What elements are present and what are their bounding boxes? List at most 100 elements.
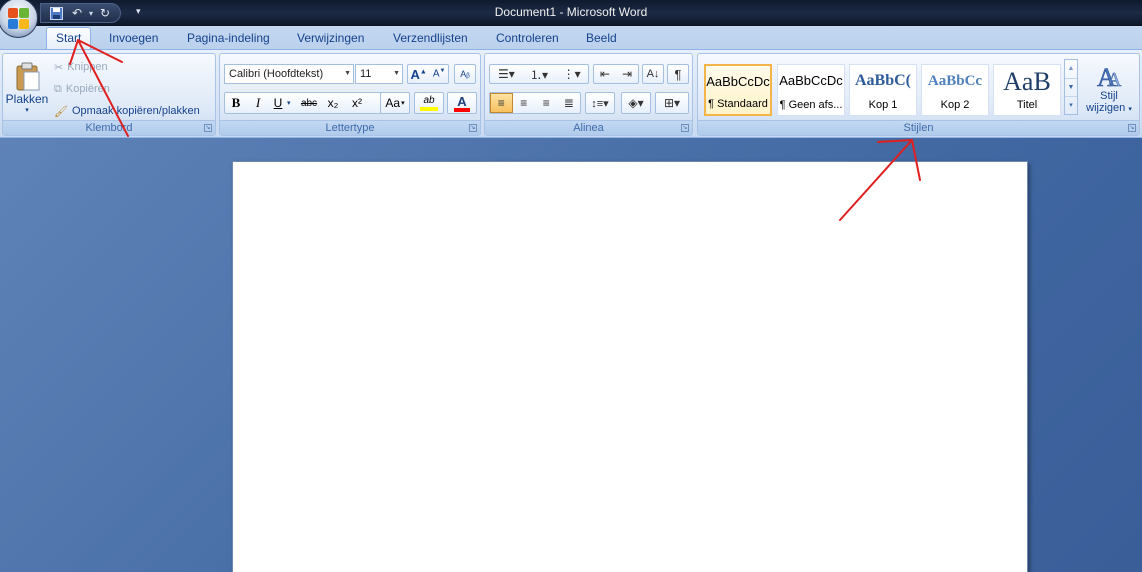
ribbon: Plakken ▾ ✂ Knippen ⧉ Kopiëren 🖌 Opmaak …	[0, 49, 1142, 138]
borders-icon: ⊞▾	[663, 96, 681, 110]
title-bar: Document1 - Microsoft Word	[0, 0, 1142, 26]
format-painter-button[interactable]: 🖌 Opmaak kopiëren/plakken	[53, 101, 201, 121]
list-buttons: ☰▾ ⒈▾ ⋮▾	[489, 64, 589, 84]
tab-verwijzingen[interactable]: Verwijzingen	[293, 31, 368, 50]
highlight-color-swatch	[420, 107, 438, 111]
highlight-button[interactable]: ab	[414, 92, 444, 114]
font-size-combo[interactable]: 11 ▼	[355, 64, 403, 84]
style-name: ¶ Standaard	[708, 98, 768, 110]
clipboard-dialog-launcher-icon[interactable]: ↘	[204, 124, 212, 132]
highlight-icon: ab	[423, 95, 435, 106]
sort-button[interactable]: A↓	[642, 64, 664, 84]
style-geen-afstand[interactable]: AaBbCcDc ¶ Geen afs...	[777, 64, 845, 116]
clear-formatting-button[interactable]: Aᵦ	[454, 64, 476, 84]
styles-dialog-launcher-icon[interactable]: ↘	[1128, 124, 1136, 132]
clear-formatting-icon: Aᵦ	[460, 69, 470, 79]
tab-controleren[interactable]: Controleren	[492, 31, 563, 50]
change-styles-button[interactable]: A A Stijl wijzigen ▾	[1082, 58, 1136, 120]
style-sample: AaBbCc	[927, 73, 983, 89]
clipboard-group-label: Klembord	[3, 120, 215, 135]
align-center-icon[interactable]: ≡	[513, 96, 535, 110]
justify-icon[interactable]: ≣	[558, 96, 580, 110]
paragraph-group: ☰▾ ⒈▾ ⋮▾ ⇤ ⇥ A↓ ¶ ≡ ≡ ≡ ≣ ↕≡▾ ◈▾ ⊞▾ Alin…	[484, 53, 693, 136]
cut-label: Knippen	[67, 61, 108, 73]
undo-icon[interactable]: ↶	[68, 5, 86, 21]
shrink-font-button[interactable]: A▼	[433, 68, 446, 79]
style-standaard[interactable]: AaBbCcDc ¶ Standaard	[704, 64, 772, 116]
numbering-icon[interactable]: ⒈▾	[523, 66, 556, 83]
font-group: Calibri (Hoofdtekst) ▼ 11 ▼ A▲ A▼ Aᵦ B I…	[219, 53, 481, 136]
copy-icon: ⧉	[54, 82, 62, 95]
tab-invoegen[interactable]: Invoegen	[105, 31, 162, 50]
window-title: Document1 - Microsoft Word	[494, 5, 648, 19]
copy-label: Kopiëren	[65, 83, 110, 95]
styles-group-label: Stijlen	[698, 120, 1139, 135]
paste-button[interactable]: Plakken ▾	[6, 57, 48, 119]
superscript-button[interactable]: x²	[345, 96, 369, 110]
grow-font-button[interactable]: A▲	[411, 67, 427, 82]
style-sample: AaB	[1003, 67, 1051, 96]
clipboard-group: Plakken ▾ ✂ Knippen ⧉ Kopiëren 🖌 Opmaak …	[2, 53, 216, 136]
font-color-button[interactable]: A	[447, 92, 477, 114]
change-styles-icon: A A	[1097, 63, 1123, 90]
style-kop-1[interactable]: AaBbC( Kop 1	[849, 64, 917, 116]
font-name-combo[interactable]: Calibri (Hoofdtekst) ▼	[224, 64, 354, 84]
font-size-dropdown-icon[interactable]: ▼	[393, 65, 400, 83]
cut-button[interactable]: ✂ Knippen	[53, 57, 109, 77]
font-dialog-launcher-icon[interactable]: ↘	[469, 124, 477, 132]
change-case-button[interactable]: Aa ▾	[380, 92, 410, 114]
line-spacing-icon: ↕≡▾	[591, 97, 609, 110]
gallery-up-icon[interactable]: ▲	[1065, 60, 1077, 78]
multilevel-list-icon[interactable]: ⋮▾	[555, 67, 588, 81]
italic-button[interactable]: I	[247, 95, 269, 111]
gallery-down-icon[interactable]: ▼	[1065, 78, 1077, 96]
paragraph-dialog-launcher-icon[interactable]: ↘	[681, 124, 689, 132]
show-formatting-button[interactable]: ¶	[667, 64, 689, 84]
paint-bucket-icon: ◈▾	[628, 96, 644, 110]
style-sample: AaBbCcDc	[706, 74, 770, 89]
font-name-dropdown-icon[interactable]: ▼	[344, 65, 351, 83]
tab-pagina-indeling[interactable]: Pagina-indeling	[183, 31, 274, 50]
sort-icon: A↓	[646, 68, 660, 80]
align-left-icon[interactable]: ≡	[490, 93, 513, 113]
undo-dropdown-icon[interactable]: ▾	[89, 9, 93, 18]
customize-qat-icon[interactable]: ▾	[136, 6, 141, 17]
change-case-label: Aa	[385, 96, 401, 110]
subscript-button[interactable]: x₂	[321, 96, 345, 110]
scissors-icon: ✂	[54, 61, 64, 74]
bold-button[interactable]: B	[225, 95, 247, 111]
align-right-icon[interactable]: ≡	[535, 96, 557, 110]
style-titel[interactable]: AaB Titel	[993, 64, 1061, 116]
change-styles-label-2: wijzigen ▾	[1086, 102, 1132, 114]
format-painter-label: Opmaak kopiëren/plakken	[71, 105, 200, 117]
tab-verzendlijsten[interactable]: Verzendlijsten	[389, 31, 472, 50]
tab-beeld[interactable]: Beeld	[582, 31, 621, 50]
font-color-icon: A	[457, 93, 467, 109]
gallery-more-icon[interactable]: ▾	[1065, 96, 1077, 114]
underline-button[interactable]: U	[269, 96, 287, 110]
alignment-buttons: ≡ ≡ ≡ ≣	[489, 92, 581, 114]
change-styles-label-1: Stijl	[1100, 90, 1118, 102]
grow-shrink-font-buttons: A▲ A▼	[407, 64, 449, 84]
decrease-indent-icon[interactable]: ⇤	[594, 67, 616, 81]
borders-button[interactable]: ⊞▾	[655, 92, 689, 114]
copy-button[interactable]: ⧉ Kopiëren	[53, 79, 111, 99]
save-icon[interactable]	[47, 5, 65, 21]
style-name: Kop 2	[940, 99, 970, 111]
strikethrough-button[interactable]: abc	[297, 98, 321, 109]
font-group-label: Lettertype	[220, 120, 480, 135]
shading-button[interactable]: ◈▾	[621, 92, 651, 114]
indent-buttons: ⇤ ⇥	[593, 64, 639, 84]
font-format-buttons: B I U ▾ abc x₂ x²	[224, 92, 388, 114]
underline-dropdown-icon[interactable]: ▾	[287, 99, 297, 107]
line-spacing-button[interactable]: ↕≡▾	[585, 92, 615, 114]
increase-indent-icon[interactable]: ⇥	[616, 67, 638, 81]
tab-start[interactable]: Start	[46, 27, 92, 51]
style-name: ¶ Geen afs...	[779, 99, 843, 111]
document-page[interactable]	[232, 161, 1028, 572]
redo-icon[interactable]: ↻	[96, 5, 114, 21]
office-logo-icon	[8, 8, 30, 30]
bullets-icon[interactable]: ☰▾	[490, 67, 523, 81]
paste-dropdown-icon: ▾	[25, 107, 29, 114]
style-kop-2[interactable]: AaBbCc Kop 2	[921, 64, 989, 116]
